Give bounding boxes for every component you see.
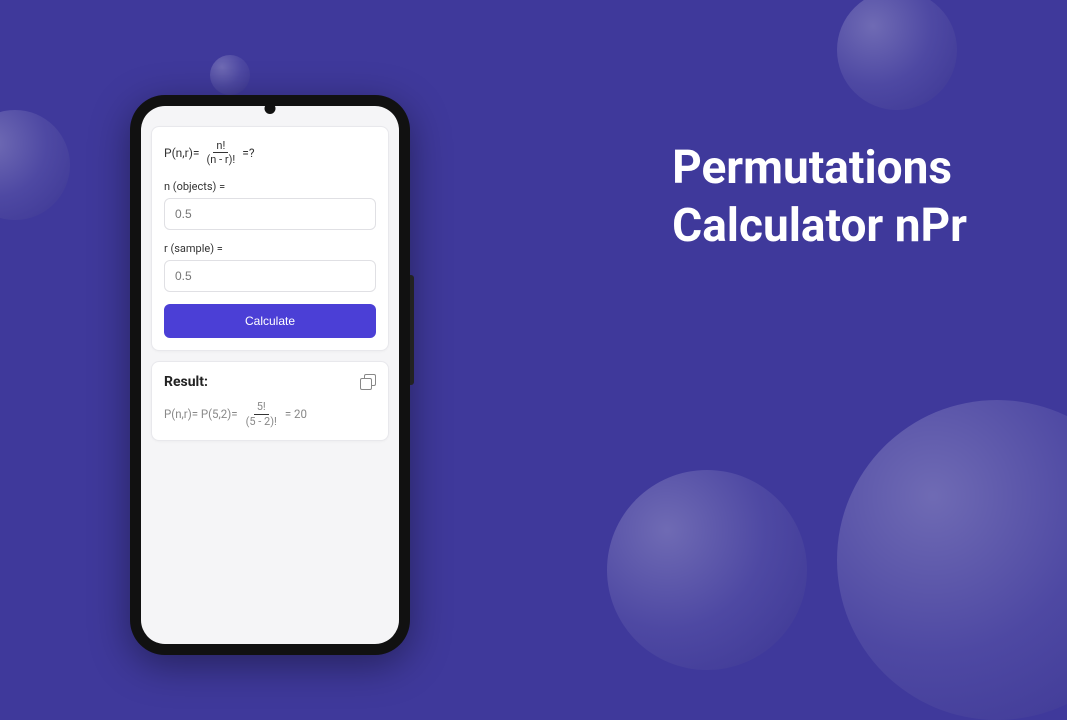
sphere-decoration	[210, 55, 250, 95]
formula-prefix: P(n,r)=	[164, 146, 200, 160]
result-card: Result: P(n,r)= P(5,2)= 5! (5 - 2)! = 20	[151, 361, 389, 440]
sphere-decoration	[0, 110, 70, 220]
n-label: n (objects) =	[164, 180, 376, 193]
title-line-2: Calculator nPr	[672, 198, 967, 256]
result-fraction: 5! (5 - 2)!	[243, 400, 280, 427]
formula-display: P(n,r)= n! (n - r)! =?	[164, 139, 376, 166]
result-denominator: (5 - 2)!	[243, 415, 280, 428]
result-numerator: 5!	[254, 400, 269, 414]
formula-denominator: (n - r)!	[204, 153, 239, 166]
sphere-decoration	[607, 470, 807, 670]
copy-icon[interactable]	[360, 374, 376, 390]
n-input[interactable]	[164, 198, 376, 230]
r-input[interactable]	[164, 260, 376, 292]
result-suffix: = 20	[285, 407, 307, 421]
result-prefix: P(n,r)= P(5,2)=	[164, 407, 238, 421]
sphere-decoration	[837, 0, 957, 110]
title-line-1: Permutations	[672, 140, 967, 198]
formula-suffix: =?	[242, 146, 254, 160]
calculate-button[interactable]: Calculate	[164, 304, 376, 338]
r-label: r (sample) =	[164, 242, 376, 255]
formula-fraction: n! (n - r)!	[204, 139, 239, 166]
page-title: Permutations Calculator nPr	[672, 140, 967, 255]
formula-numerator: n!	[213, 139, 228, 153]
phone-frame: P(n,r)= n! (n - r)! =? n (objects) = r (…	[130, 95, 410, 655]
result-formula: P(n,r)= P(5,2)= 5! (5 - 2)! = 20	[164, 400, 376, 427]
input-card: P(n,r)= n! (n - r)! =? n (objects) = r (…	[151, 126, 389, 351]
phone-screen: P(n,r)= n! (n - r)! =? n (objects) = r (…	[141, 106, 399, 644]
result-title: Result:	[164, 374, 208, 390]
sphere-decoration	[837, 400, 1067, 720]
camera-dot	[265, 103, 276, 114]
